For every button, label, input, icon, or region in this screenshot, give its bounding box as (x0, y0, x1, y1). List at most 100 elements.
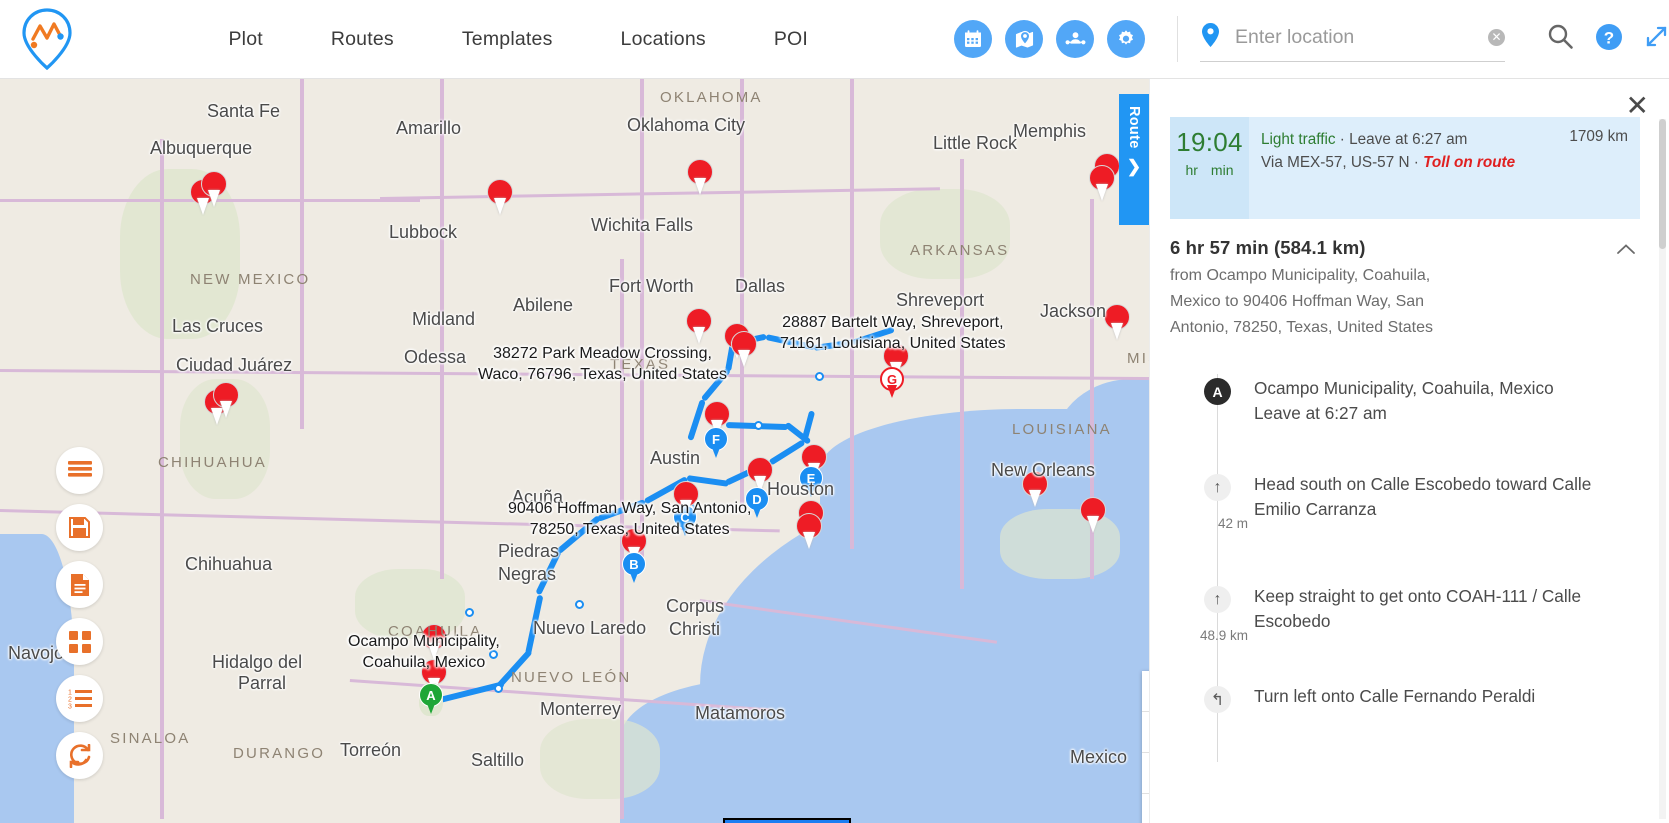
map-pin[interactable] (1080, 497, 1106, 533)
step-instruction: Ocampo Municipality, Coahuila, Mexico Lea… (1254, 374, 1650, 470)
map-city-label: Torreón (340, 740, 402, 760)
step-rail: ↰ (1170, 682, 1254, 762)
directions-step-list: A Ocampo Municipality, Coahuila, Mexico Le… (1170, 374, 1650, 762)
clear-circle-icon[interactable]: ✕ (1488, 29, 1505, 46)
origin-marker-icon: A (1204, 378, 1231, 405)
search-icon[interactable] (1547, 23, 1574, 55)
svg-text:3: 3 (68, 704, 72, 710)
map-address-label: Ocampo Municipality, Coahuila, Mexico (348, 631, 500, 673)
refresh-icon[interactable] (56, 732, 103, 779)
step-rail: ↑ 48.9 km (1170, 582, 1254, 688)
svg-text:1: 1 (68, 690, 72, 697)
direction-step[interactable]: A Ocampo Municipality, Coahuila, Mexico Le… (1170, 374, 1650, 476)
map-pin-area-icon[interactable] (1005, 20, 1044, 58)
map-city-label: Memphis (1013, 121, 1087, 141)
nav-templates[interactable]: Templates (428, 28, 587, 51)
waypoint-marker-g[interactable]: G (880, 367, 904, 400)
map-city-label: Santa Fe (207, 101, 281, 121)
route-tab[interactable]: Route ❯ (1119, 94, 1149, 225)
map-address-line: 71161, Louisiana, United States (780, 335, 1006, 352)
app-logo[interactable] (0, 0, 94, 79)
map-city-label: Abilene (513, 295, 574, 315)
search-input[interactable] (1235, 26, 1488, 49)
map-address-label: 90406 Hoffman Way, San Antonio, 78250, Te… (508, 498, 751, 540)
ordered-list-icon[interactable]: 1 2 3 (56, 675, 103, 722)
header-right-icons: ? (1547, 23, 1669, 56)
step-distance: 48.9 km (1199, 628, 1248, 643)
map-pin[interactable] (201, 171, 227, 207)
location-pin-icon (1200, 22, 1221, 53)
chevron-right-icon: ❯ (1126, 156, 1142, 176)
leg-endpoints: from Ocampo Municipality, Coahuila, Mexi… (1170, 267, 1433, 336)
map-address-line: 90406 Hoffman Way, San Antonio, (508, 500, 752, 517)
map-pin[interactable] (731, 331, 757, 367)
map-city-label: Saltillo (471, 750, 525, 770)
map-state-label: NEW MEXICO (190, 271, 311, 288)
show-data-button[interactable]: Show Data (723, 818, 851, 823)
map-city-label: Amarillo (396, 118, 462, 138)
document-icon[interactable] (56, 561, 103, 608)
map-city-label: Corpus (666, 596, 725, 616)
map-city-label: Hidalgo del (212, 652, 303, 672)
map-viewport[interactable]: A B C D E F G NEW MEXICO CHIHUAHUA ARKANSA… (0, 79, 1223, 823)
nav-locations[interactable]: Locations (587, 28, 740, 51)
map-pin[interactable] (686, 308, 712, 344)
user-network-icon[interactable] (1056, 20, 1095, 58)
hamburger-menu-icon[interactable] (56, 447, 103, 494)
nav-routes[interactable]: Routes (297, 28, 428, 51)
unit-hr: hr (1185, 162, 1198, 178)
toll-warning: Toll on route (1423, 154, 1516, 171)
gear-icon[interactable] (1107, 20, 1146, 58)
help-icon[interactable]: ? (1595, 23, 1623, 56)
header-action-icons (954, 20, 1146, 58)
nav-plot[interactable]: Plot (194, 28, 296, 51)
waypoint-marker-b[interactable]: B (622, 552, 646, 585)
direction-step[interactable]: ↰ Turn left onto Calle Fernando Peraldi (1170, 682, 1650, 762)
map-city-label: Ciudad Juárez (176, 355, 293, 375)
expand-icon[interactable] (1644, 24, 1669, 54)
close-icon[interactable]: ✕ (1626, 92, 1649, 120)
map-pin[interactable] (796, 513, 822, 549)
grid-icon[interactable] (56, 618, 103, 665)
via-line: Via MEX-57, US-57 N · Toll on route (1261, 151, 1628, 174)
duration-units: hr min (1170, 162, 1249, 178)
map-city-label: New Orleans (991, 460, 1096, 480)
map-pin[interactable] (687, 159, 713, 195)
step-distance: 42 m (1217, 516, 1248, 531)
chevron-up-icon[interactable] (1616, 239, 1636, 261)
map-city-label: Monterrey (540, 699, 622, 719)
map-city-label: Midland (412, 309, 476, 329)
map-pin[interactable] (1089, 165, 1115, 201)
map-pin[interactable] (1104, 304, 1130, 340)
step-rail: A (1170, 374, 1254, 476)
step-instruction: Keep straight to get onto COAH-111 / Cal… (1254, 586, 1582, 631)
leg-duration-distance: 6 hr 57 min (584.1 km) (1170, 237, 1366, 258)
map-city-label: Odessa (404, 347, 467, 367)
header-divider (1177, 16, 1179, 62)
map-pin[interactable] (487, 179, 513, 215)
map-pin[interactable] (213, 382, 239, 418)
unit-min: min (1210, 162, 1234, 178)
map-address-line: Coahuila, Mexico (362, 654, 486, 671)
map-address-line: 78250, Texas, United States (529, 521, 730, 538)
map-state-label: ARKANSAS (910, 242, 1010, 259)
waypoint-marker-a[interactable]: A (419, 683, 443, 716)
waypoint-marker-f[interactable]: F (704, 427, 728, 460)
via-roads: Via MEX-57, US-57 N (1261, 154, 1410, 171)
direction-step[interactable]: ↑ 48.9 km Keep straight to get onto COAH-1… (1170, 582, 1650, 688)
panel-scrollbar-thumb[interactable] (1659, 119, 1666, 249)
separator-dot: · (1339, 131, 1345, 148)
map-address-line: Ocampo Municipality, (348, 633, 500, 650)
svg-text:?: ? (1604, 28, 1614, 47)
route-summary-card[interactable]: 19:04 hr min Light traffic · Leave at 6:… (1170, 117, 1640, 219)
route-tab-label: Route (1126, 106, 1142, 149)
nav-poi[interactable]: POI (740, 28, 842, 51)
map-city-label: Las Cruces (172, 316, 264, 336)
direction-step[interactable]: ↑ 42 m Head south on Calle Escobedo toward… (1170, 470, 1650, 588)
calendar-icon[interactable] (954, 20, 993, 58)
map-city-label: Matamoros (695, 703, 786, 723)
map-state-label: CHIHUAHUA (158, 454, 267, 471)
duration-block: 19:04 hr min (1170, 117, 1249, 219)
step-instruction: Turn left onto Calle Fernando Peraldi (1254, 686, 1536, 706)
save-icon[interactable] (56, 504, 103, 551)
